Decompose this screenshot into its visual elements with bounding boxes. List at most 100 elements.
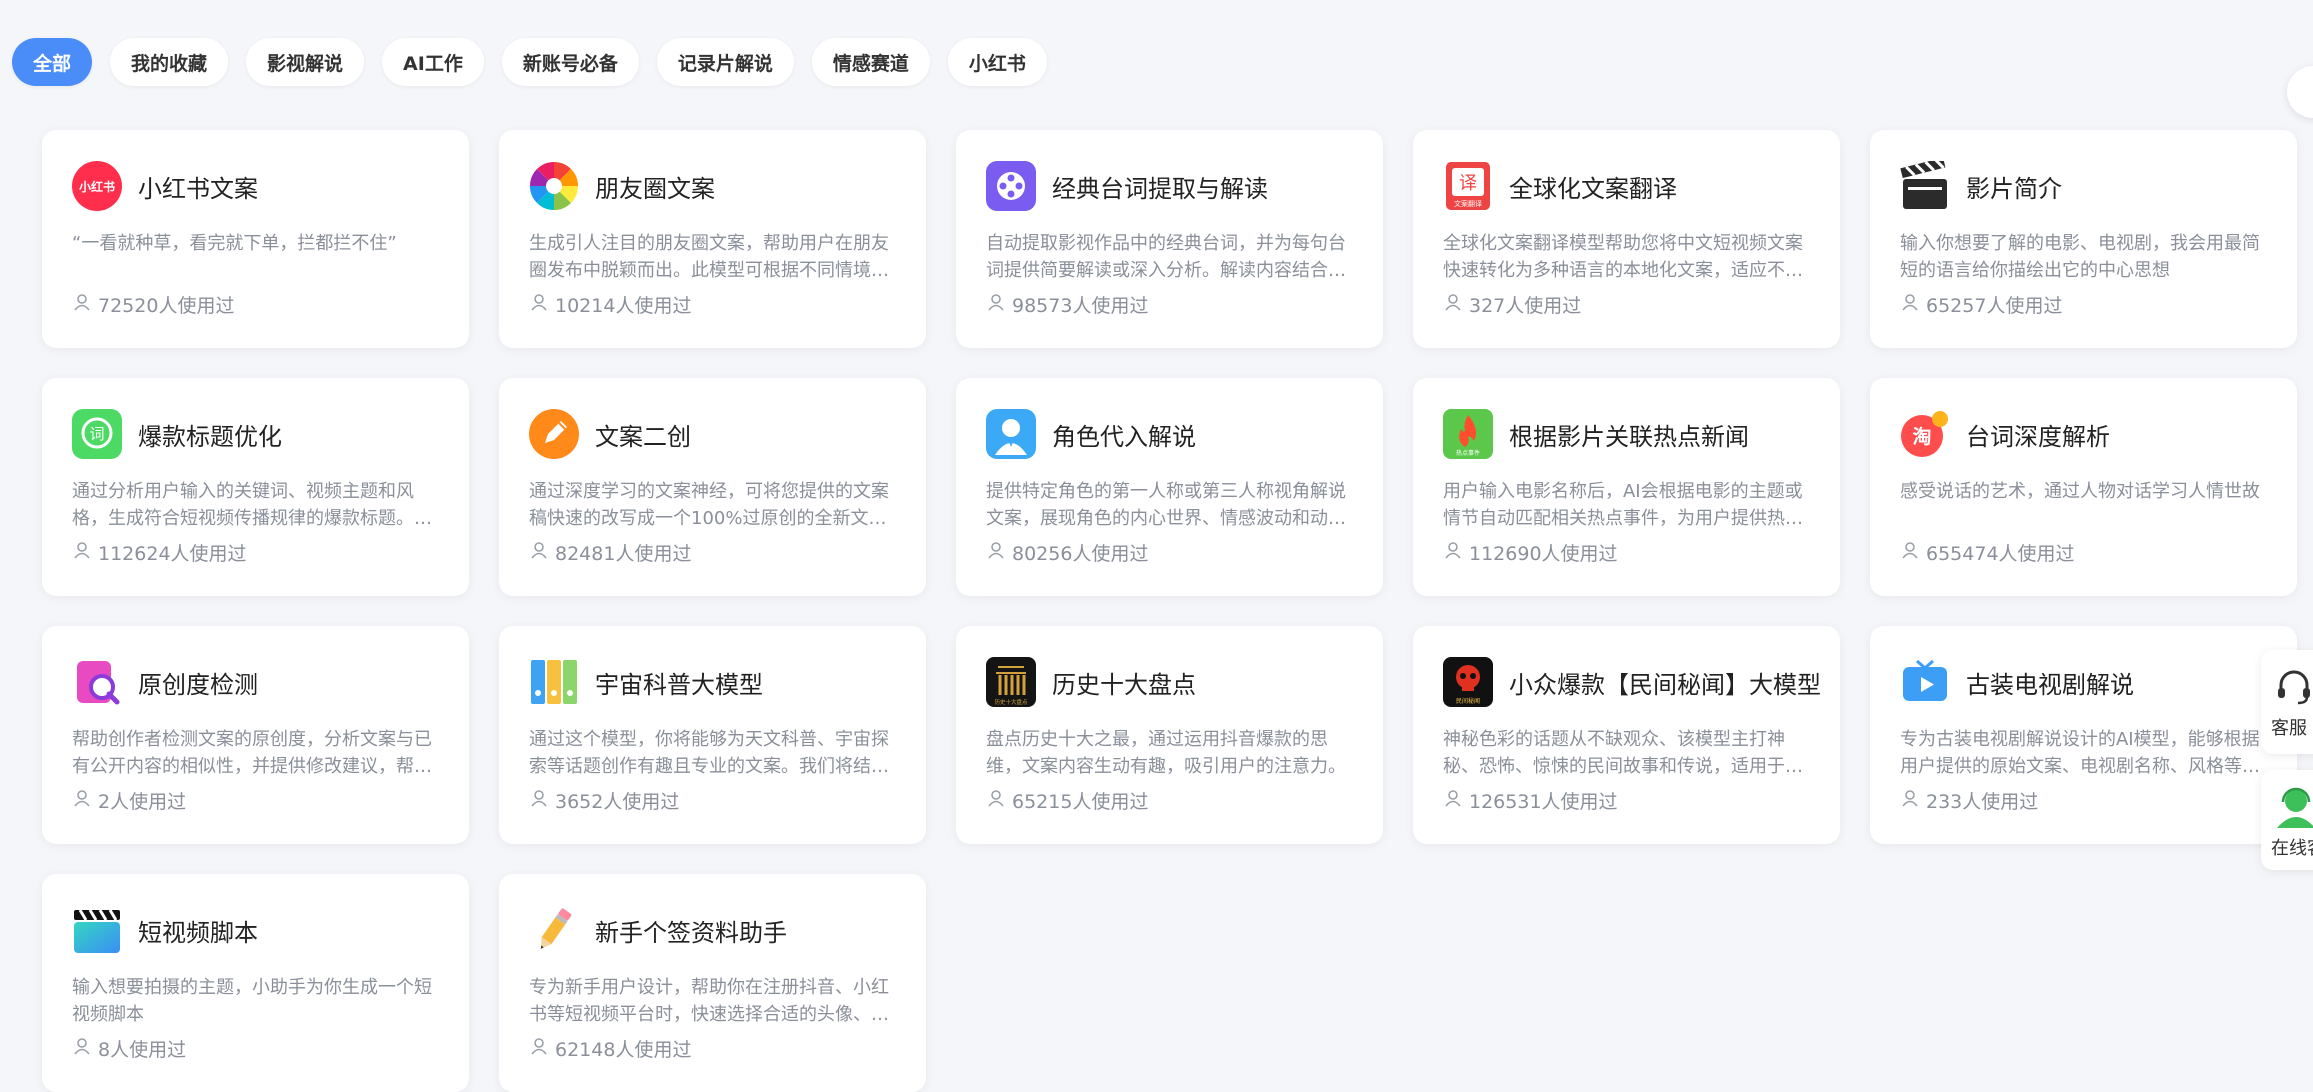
usage-count: 80256人使用过 bbox=[1012, 543, 1149, 565]
card-header: 历史十大盘点 历史十大盘点 bbox=[986, 656, 1353, 708]
model-card[interactable]: 原创度检测 帮助创作者检测文案的原创度，分析文案与已有公开内容的相似性，并提供修… bbox=[42, 626, 469, 844]
card-title: 古装电视剧解说 bbox=[1966, 670, 2134, 699]
card-header: 古装电视剧解说 bbox=[1900, 656, 2267, 708]
usage-count: 655474人使用过 bbox=[1926, 543, 2075, 565]
svg-text:历史十大盘点: 历史十大盘点 bbox=[994, 698, 1028, 706]
online-agent-icon bbox=[2271, 784, 2313, 830]
card-description: 帮助创作者检测文案的原创度，分析文案与已有公开内容的相似性，并提供修改建议，帮助… bbox=[72, 729, 432, 777]
binders-icon bbox=[529, 657, 579, 707]
person-avatar-icon bbox=[986, 409, 1036, 459]
card-usage: 2人使用过 bbox=[72, 787, 186, 814]
model-card[interactable]: 宇宙科普大模型 通过这个模型，你将能够为天文科普、宇宙探索等话题创作有趣且专业的… bbox=[499, 626, 926, 844]
card-header: 朋友圈文案 bbox=[529, 160, 896, 212]
magnifier-document-icon bbox=[72, 657, 122, 707]
card-description: 专为新手用户设计，帮助你在注册抖音、小红书等短视频平台时，快速选择合适的头像、昵… bbox=[529, 977, 889, 1025]
tab-7[interactable]: 小红书 bbox=[947, 38, 1047, 86]
tv-play-icon bbox=[1900, 657, 1950, 707]
usage-count: 112690人使用过 bbox=[1469, 543, 1618, 565]
clapperboard-icon bbox=[1900, 161, 1950, 211]
svg-text:淘: 淘 bbox=[1912, 425, 1931, 448]
model-card[interactable]: 热点事件 根据影片关联热点新闻 用户输入电影名称后，AI会根据电影的主题或情节自… bbox=[1413, 378, 1840, 596]
usage-count: 233人使用过 bbox=[1926, 791, 2039, 813]
svg-text:词: 词 bbox=[89, 425, 104, 443]
tab-2[interactable]: 影视解说 bbox=[246, 38, 365, 86]
model-card[interactable]: 词 爆款标题优化 通过分析用户输入的关键词、视频主题和风格，生成符合短视频传播规… bbox=[42, 378, 469, 596]
card-description: 输入想要拍摄的主题，小助手为你生成一个短视频脚本 bbox=[72, 977, 432, 1025]
usage-count: 126531人使用过 bbox=[1469, 791, 1618, 813]
online-service-button[interactable]: 在线客服 bbox=[2261, 770, 2313, 870]
tab-6[interactable]: 情感赛道 bbox=[811, 38, 930, 86]
card-header: 原创度检测 bbox=[72, 656, 439, 708]
user-icon bbox=[72, 292, 98, 317]
usage-count: 65215人使用过 bbox=[1012, 791, 1149, 813]
tab-3[interactable]: AI工作 bbox=[382, 38, 484, 86]
svg-text:小红书: 小红书 bbox=[79, 179, 115, 194]
card-description: 盘点历史十大之最，通过运用抖音爆款的思维，文案内容生动有趣，吸引用户的注意力。 bbox=[986, 729, 1346, 777]
card-description: “一看就种草，看完就下单，拦都拦不住” bbox=[72, 233, 397, 254]
card-header: 小红书 小红书文案 bbox=[72, 160, 439, 212]
model-card[interactable]: 朋友圈文案 生成引人注目的朋友圈文案，帮助用户在朋友圈发布中脱颖而出。此模型可根… bbox=[499, 130, 926, 348]
card-description: 神秘色彩的话题从不缺观众、该模型主打神秘、恐怖、惊悚的民间故事和传说，适用于短视… bbox=[1443, 729, 1803, 777]
card-usage: 62148人使用过 bbox=[529, 1035, 691, 1062]
model-card[interactable]: 角色代入解说 提供特定角色的第一人称或第三人称视角解说文案，展现角色的内心世界、… bbox=[956, 378, 1383, 596]
model-card[interactable]: 经典台词提取与解读 自动提取影视作品中的经典台词，并为每句台词提供简要解读或深入… bbox=[956, 130, 1383, 348]
card-description: 感受说话的艺术，通过人物对话学习人情世故 bbox=[1900, 481, 2260, 502]
svg-text:译: 译 bbox=[1459, 173, 1477, 194]
pencil-icon bbox=[529, 905, 579, 955]
model-card[interactable]: 文案二创 通过深度学习的文案神经，可将您提供的文案稿快速的改写成一个100%过原… bbox=[499, 378, 926, 596]
user-icon bbox=[1443, 788, 1469, 813]
card-header: 新手个签资料助手 bbox=[529, 904, 896, 956]
svg-text:热点事件: 热点事件 bbox=[1456, 449, 1480, 457]
card-title: 文案二创 bbox=[595, 422, 691, 451]
model-card[interactable]: 淘 台词深度解析 感受说话的艺术，通过人物对话学习人情世故 655474人使用过 bbox=[1870, 378, 2297, 596]
model-card[interactable]: 影片简介 输入你想要了解的电影、电视剧，我会用最简短的语言给你描绘出它的中心思想… bbox=[1870, 130, 2297, 348]
user-icon bbox=[529, 1036, 555, 1061]
card-header: 经典台词提取与解读 bbox=[986, 160, 1353, 212]
user-icon bbox=[1900, 788, 1926, 813]
model-card[interactable]: 小红书 小红书文案 “一看就种草，看完就下单，拦都拦不住” 72520人使用过 bbox=[42, 130, 469, 348]
tab-1[interactable]: 我的收藏 bbox=[110, 38, 229, 86]
model-card[interactable]: 民间秘闻 小众爆款【民间秘闻】大模型 神秘色彩的话题从不缺观众、该模型主打神秘、… bbox=[1413, 626, 1840, 844]
usage-count: 2人使用过 bbox=[98, 791, 187, 813]
tab-5[interactable]: 记录片解说 bbox=[656, 38, 794, 86]
taobao-badge-icon: 淘 bbox=[1900, 409, 1950, 459]
headset-icon bbox=[2271, 664, 2313, 710]
card-header: 宇宙科普大模型 bbox=[529, 656, 896, 708]
user-icon bbox=[529, 540, 555, 565]
card-header: 影片简介 bbox=[1900, 160, 2267, 212]
card-usage: 80256人使用过 bbox=[986, 539, 1148, 566]
gradient-clapper-icon bbox=[72, 905, 122, 955]
card-description: 通过深度学习的文案神经，可将您提供的文案稿快速的改写成一个100%过原创的全新文… bbox=[529, 481, 889, 529]
history-ranking-icon: 历史十大盘点 bbox=[986, 657, 1036, 707]
card-description: 专为古装电视剧解说设计的AI模型，能够根据用户提供的原始文案、电视剧名称、风格等… bbox=[1900, 729, 2260, 777]
user-icon bbox=[1443, 540, 1469, 565]
card-usage: 126531人使用过 bbox=[1443, 787, 1618, 814]
card-title: 根据影片关联热点新闻 bbox=[1509, 422, 1749, 451]
card-header: 角色代入解说 bbox=[986, 408, 1353, 460]
usage-count: 82481人使用过 bbox=[555, 543, 692, 565]
usage-count: 8人使用过 bbox=[98, 1039, 187, 1061]
card-usage: 112690人使用过 bbox=[1443, 539, 1618, 566]
card-description: 生成引人注目的朋友圈文案，帮助用户在朋友圈发布中脱颖而出。此模型可根据不同情境和… bbox=[529, 233, 889, 281]
card-usage: 98573人使用过 bbox=[986, 291, 1148, 318]
model-card[interactable]: 新手个签资料助手 专为新手用户设计，帮助你在注册抖音、小红书等短视频平台时，快速… bbox=[499, 874, 926, 1092]
customer-service-button[interactable]: 客服 bbox=[2261, 650, 2313, 754]
user-icon bbox=[1900, 292, 1926, 317]
camera-aperture-icon bbox=[529, 161, 579, 211]
edge-circle-button[interactable] bbox=[2287, 66, 2313, 118]
usage-count: 112624人使用过 bbox=[98, 543, 247, 565]
card-title: 经典台词提取与解读 bbox=[1052, 174, 1268, 203]
model-card[interactable]: 历史十大盘点 历史十大盘点 盘点历史十大之最，通过运用抖音爆款的思维，文案内容生… bbox=[956, 626, 1383, 844]
user-icon bbox=[986, 788, 1012, 813]
model-card[interactable]: 短视频脚本 输入想要拍摄的主题，小助手为你生成一个短视频脚本 8人使用过 bbox=[42, 874, 469, 1092]
tab-0[interactable]: 全部 bbox=[12, 38, 93, 86]
model-card[interactable]: 译文案翻译 全球化文案翻译 全球化文案翻译模型帮助您将中文短视频文案快速转化为多… bbox=[1413, 130, 1840, 348]
card-usage: 65257人使用过 bbox=[1900, 291, 2062, 318]
card-usage: 655474人使用过 bbox=[1900, 539, 2075, 566]
model-card[interactable]: 古装电视剧解说 专为古装电视剧解说设计的AI模型，能够根据用户提供的原始文案、电… bbox=[1870, 626, 2297, 844]
model-card-grid: 小红书 小红书文案 “一看就种草，看完就下单，拦都拦不住” 72520人使用过 … bbox=[42, 130, 2313, 1092]
customer-service-label: 客服 bbox=[2271, 718, 2307, 739]
tab-4[interactable]: 新账号必备 bbox=[501, 38, 639, 86]
card-header: 文案二创 bbox=[529, 408, 896, 460]
user-icon bbox=[529, 788, 555, 813]
